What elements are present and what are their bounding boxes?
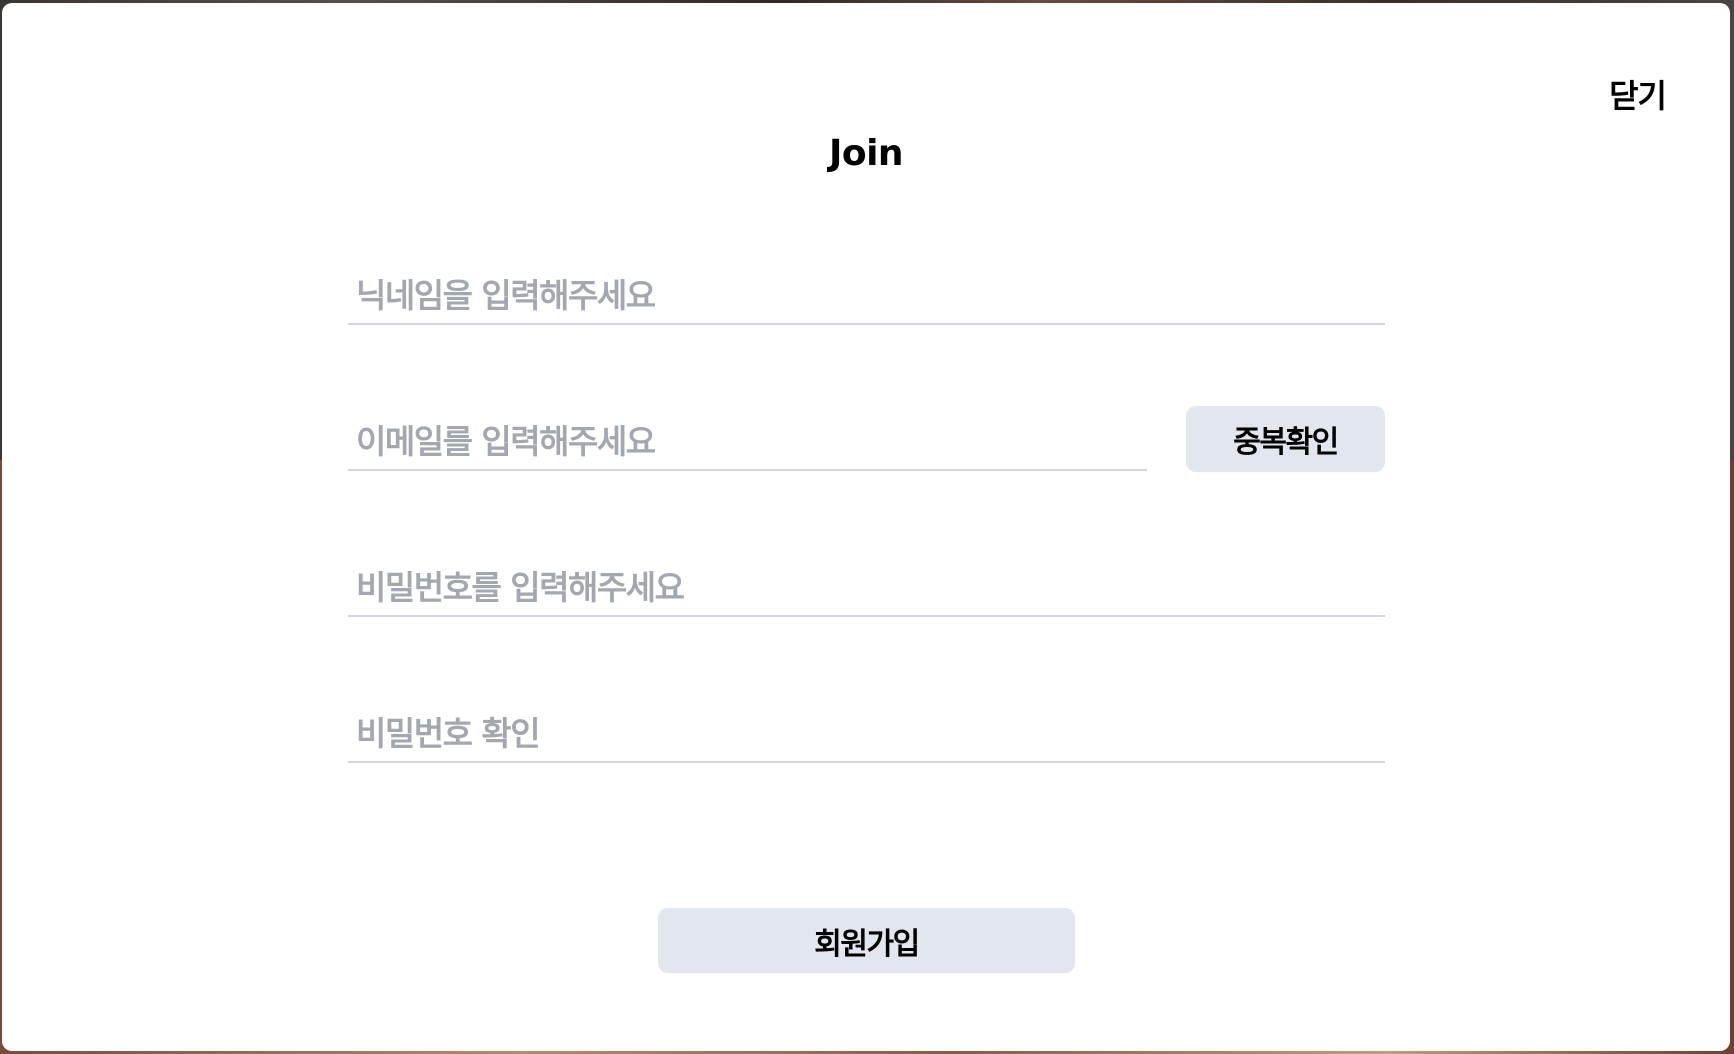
password-confirm-input[interactable] (348, 705, 1385, 763)
duplicate-check-button[interactable]: 중복확인 (1186, 406, 1385, 472)
password-input[interactable] (348, 559, 1385, 617)
modal-title: Join (828, 133, 904, 174)
email-input[interactable] (348, 413, 1147, 471)
nickname-input[interactable] (348, 267, 1385, 325)
signup-button[interactable]: 회원가입 (658, 908, 1075, 973)
join-modal: 닫기 Join 중복확인 회원가입 (2, 3, 1730, 1051)
close-button[interactable]: 닫기 (1609, 71, 1667, 117)
